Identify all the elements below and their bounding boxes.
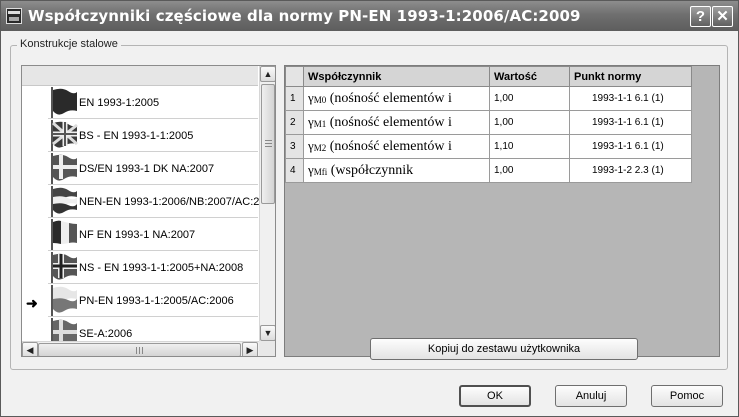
table-row[interactable]: 1 γM0 (nośność elementów i 1,00 1993-1-1… — [285, 86, 692, 111]
list-vertical-scrollbar[interactable]: ▲ ▼ — [259, 66, 275, 341]
app-icon — [6, 8, 22, 24]
group-label: Konstrukcje stalowe — [17, 38, 121, 50]
list-item[interactable]: NEN-EN 1993-1:2006/NB:2007/AC:2 — [22, 185, 260, 218]
list-item-label: SE-A:2006 — [79, 328, 133, 340]
table-row[interactable]: 4 γMfi (współczynnik 1,00 1993-1-2 2.3 (… — [285, 158, 692, 183]
denmark-flag-icon — [51, 153, 77, 185]
list-item[interactable]: BS - EN 1993-1-1:2005 — [22, 119, 258, 152]
title-help-button[interactable]: ? — [690, 6, 711, 27]
column-header-clause[interactable]: Punkt normy — [569, 66, 692, 87]
column-header-value[interactable]: Wartość — [489, 66, 570, 87]
list-item-selected[interactable]: ➜ PN-EN 1993-1-1:2005/AC:2006 — [22, 284, 258, 317]
clause-cell: 1993-1-2 2.3 (1) — [569, 158, 692, 183]
scroll-down-icon[interactable]: ▼ — [260, 325, 275, 341]
poland-flag-icon — [51, 285, 77, 317]
dialog-window: Współczynniki częściowe dla normy PN-EN … — [0, 0, 739, 417]
list-vertical-scroll-thumb[interactable] — [261, 84, 275, 204]
title-close-button[interactable]: ✕ — [712, 6, 733, 27]
row-number: 1 — [285, 86, 304, 111]
scroll-corner — [259, 341, 275, 356]
value-cell[interactable]: 1,00 — [489, 158, 570, 183]
list-horizontal-scroll-thumb[interactable] — [38, 343, 241, 356]
list-item-label: NS - EN 1993-1-1:2005+NA:2008 — [79, 262, 244, 274]
cancel-button[interactable]: Anuluj — [555, 385, 627, 407]
coefficient-cell[interactable]: γM2 (nośność elementów i — [303, 134, 490, 159]
list-header — [22, 66, 258, 86]
eu-flag-icon — [51, 87, 77, 119]
coefficient-cell[interactable]: γMfi (współczynnik — [303, 158, 490, 183]
list-horizontal-scrollbar[interactable]: ◀ ▶ — [22, 341, 259, 356]
row-number: 4 — [285, 158, 304, 183]
list-item[interactable]: EN 1993-1:2005 — [22, 86, 258, 119]
list-item-label: PN-EN 1993-1-1:2005/AC:2006 — [79, 295, 234, 307]
title-bar[interactable]: Współczynniki częściowe dla normy PN-EN … — [1, 1, 738, 31]
norway-flag-icon — [51, 252, 77, 284]
list-item[interactable]: NS - EN 1993-1-1:2005+NA:2008 — [22, 251, 258, 284]
column-header-coefficient[interactable]: Współczynnik — [303, 66, 490, 87]
list-item-label: DS/EN 1993-1 DK NA:2007 — [79, 163, 215, 175]
window-title: Współczynniki częściowe dla normy PN-EN … — [28, 7, 581, 25]
scroll-right-icon[interactable]: ▶ — [242, 342, 258, 356]
clause-cell: 1993-1-1 6.1 (1) — [569, 86, 692, 111]
table-row[interactable]: 2 γM1 (nośność elementów i 1,00 1993-1-1… — [285, 110, 692, 135]
scroll-left-icon[interactable]: ◀ — [22, 342, 38, 356]
france-flag-icon — [51, 219, 77, 251]
list-item-label: NEN-EN 1993-1:2006/NB:2007/AC:2 — [79, 196, 260, 208]
copy-to-user-set-button[interactable]: Kopiuj do zestawu użytkownika — [370, 338, 638, 360]
coefficients-grid[interactable]: Współczynnik Wartość Punkt normy 1 γM0 (… — [284, 65, 720, 357]
uk-flag-icon — [51, 120, 78, 152]
value-cell[interactable]: 1,10 — [489, 134, 570, 159]
value-cell[interactable]: 1,00 — [489, 110, 570, 135]
clause-cell: 1993-1-1 6.1 (1) — [569, 134, 692, 159]
row-number: 2 — [285, 110, 304, 135]
row-number-header — [285, 66, 304, 87]
netherlands-flag-icon — [51, 186, 77, 218]
coefficient-cell[interactable]: γM1 (nośność elementów i — [303, 110, 490, 135]
value-cell[interactable]: 1,00 — [489, 86, 570, 111]
list-item[interactable]: DS/EN 1993-1 DK NA:2007 — [22, 152, 258, 185]
help-button[interactable]: Pomoc — [651, 385, 723, 407]
list-item-label: EN 1993-1:2005 — [79, 97, 160, 109]
grid-header-row: Współczynnik Wartość Punkt normy — [285, 66, 692, 87]
list-item[interactable]: NF EN 1993-1 NA:2007 — [22, 218, 258, 251]
table-row[interactable]: 3 γM2 (nośność elementów i 1,10 1993-1-1… — [285, 134, 692, 159]
selection-arrow-icon: ➜ — [26, 295, 38, 311]
scroll-up-icon[interactable]: ▲ — [260, 66, 275, 82]
ok-button[interactable]: OK — [459, 385, 531, 407]
standards-list[interactable]: EN 1993-1:2005 BS - EN 1993-1-1:2005 DS/… — [21, 65, 276, 357]
clause-cell: 1993-1-1 6.1 (1) — [569, 110, 692, 135]
list-item-label: NF EN 1993-1 NA:2007 — [79, 229, 196, 241]
list-item-label: BS - EN 1993-1-1:2005 — [79, 130, 194, 142]
row-number: 3 — [285, 134, 304, 159]
coefficient-cell[interactable]: γM0 (nośność elementów i — [303, 86, 490, 111]
